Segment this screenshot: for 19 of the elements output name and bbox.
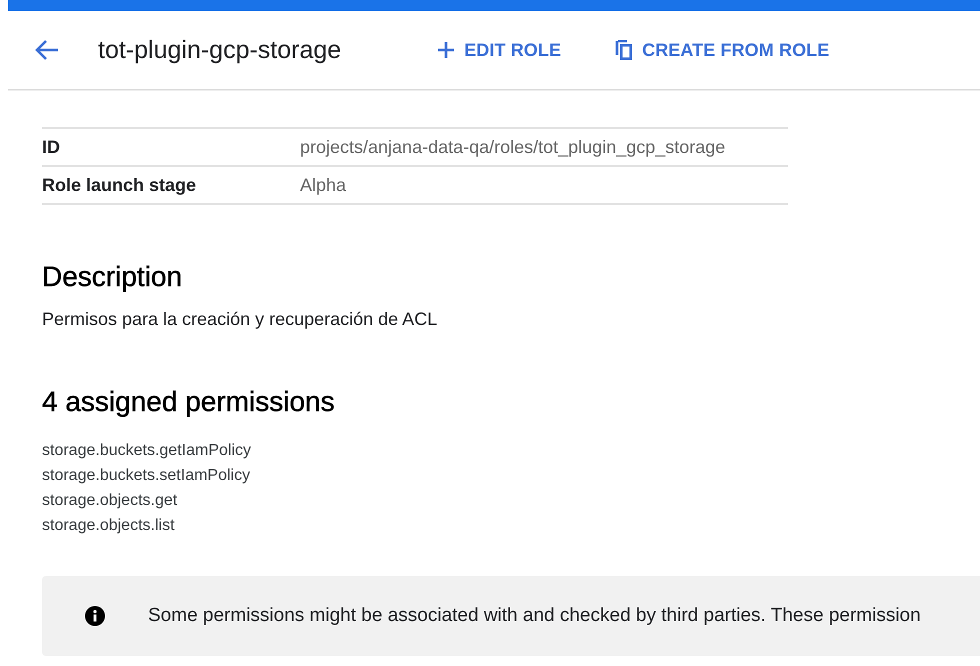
- info-icon: [85, 606, 105, 626]
- section-heading: Description: [42, 261, 184, 293]
- detail-label: Role launch stage: [42, 166, 300, 204]
- notice-text: Some permissions might be associated with and checked by third parties. These permission: [148, 605, 921, 627]
- detail-value: projects/anjana-data-qa/roles/tot_plugin_gcp_storage: [300, 128, 788, 166]
- detail-label: ID: [42, 128, 300, 166]
- page-title: tot-plugin-gcp-storage: [98, 36, 342, 64]
- permission-item: storage.buckets.setIamPolicy: [42, 466, 252, 486]
- section-heading: 4 assigned permissions: [42, 386, 336, 418]
- permission-item: storage.objects.get: [42, 491, 178, 511]
- copy-icon: [615, 40, 634, 60]
- back-button[interactable]: [34, 39, 60, 61]
- permission-item: storage.buckets.getIamPolicy: [42, 441, 252, 461]
- detail-value: Alpha: [300, 166, 788, 204]
- edit-role-button[interactable]: EDIT ROLE: [437, 40, 562, 60]
- permission-item: storage.objects.list: [42, 516, 176, 536]
- plus-icon: [437, 41, 456, 59]
- description-text: Permisos para la creación y recuperación de ACL: [42, 309, 438, 330]
- create-from-role-button[interactable]: CREATE FROM ROLE: [615, 40, 830, 60]
